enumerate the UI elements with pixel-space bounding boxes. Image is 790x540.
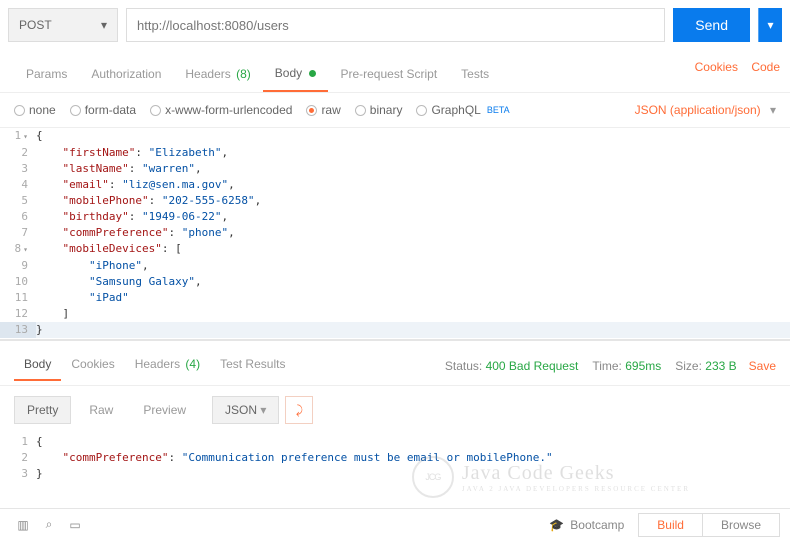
footer-bar: ▥ ⌕ ▭ 🎓 Bootcamp Build Browse xyxy=(0,508,790,540)
body-type-urlencoded[interactable]: x-www-form-urlencoded xyxy=(150,103,292,117)
chevron-down-icon: ▾ xyxy=(260,403,266,417)
content-type-select[interactable]: JSON (application/json) ▾ xyxy=(635,103,776,117)
bootcamp-link[interactable]: 🎓 Bootcamp xyxy=(549,518,624,532)
size-label: Size: 233 B xyxy=(675,359,736,373)
response-body-editor[interactable]: 1{2 "commPreference": "Communication pre… xyxy=(0,434,790,488)
unsaved-dot-icon xyxy=(309,70,316,77)
resp-tab-body[interactable]: Body xyxy=(14,351,61,381)
body-type-row: none form-data x-www-form-urlencoded raw… xyxy=(0,93,790,128)
body-type-none[interactable]: none xyxy=(14,103,56,117)
graduation-cap-icon: 🎓 xyxy=(549,518,564,532)
console-icon[interactable]: ▭ xyxy=(62,512,88,538)
response-format-select[interactable]: JSON ▾ xyxy=(212,396,279,424)
request-body-editor[interactable]: 1▾{2 "firstName": "Elizabeth",3 "lastNam… xyxy=(0,128,790,340)
send-options-button[interactable]: ▾ xyxy=(758,8,782,42)
method-select[interactable]: POST ▾ xyxy=(8,8,118,42)
tab-body[interactable]: Body xyxy=(263,58,329,92)
chevron-down-icon: ▾ xyxy=(101,18,107,32)
body-type-binary[interactable]: binary xyxy=(355,103,403,117)
body-type-raw[interactable]: raw xyxy=(306,103,340,117)
request-top-bar: POST ▾ Send ▾ xyxy=(0,0,790,50)
save-response-link[interactable]: Save xyxy=(749,359,776,373)
code-link[interactable]: Code xyxy=(751,60,780,74)
body-type-graphql[interactable]: GraphQLBETA xyxy=(416,103,509,117)
response-controls: Pretty Raw Preview JSON ▾ ⤸ xyxy=(0,385,790,434)
view-raw-button[interactable]: Raw xyxy=(77,396,125,424)
resp-tab-cookies[interactable]: Cookies xyxy=(61,351,124,381)
wrap-lines-button[interactable]: ⤸ xyxy=(285,396,313,424)
resp-tab-tests[interactable]: Test Results xyxy=(210,351,295,381)
tab-params[interactable]: Params xyxy=(14,59,79,91)
status-label: Status: 400 Bad Request xyxy=(445,359,578,373)
tab-authorization[interactable]: Authorization xyxy=(79,59,173,91)
sidebar-toggle-icon[interactable]: ▥ xyxy=(10,512,36,538)
chevron-down-icon: ▾ xyxy=(770,103,776,117)
view-preview-button[interactable]: Preview xyxy=(131,396,198,424)
request-tabs: Params Authorization Headers (8) Body Pr… xyxy=(0,50,790,93)
response-header: Body Cookies Headers (4) Test Results St… xyxy=(0,340,790,381)
browse-button[interactable]: Browse xyxy=(703,513,780,537)
send-button[interactable]: Send xyxy=(673,8,750,42)
view-pretty-button[interactable]: Pretty xyxy=(14,396,71,424)
right-links: Cookies Code xyxy=(685,60,780,74)
method-label: POST xyxy=(19,18,52,32)
tab-tests[interactable]: Tests xyxy=(449,59,501,91)
build-button[interactable]: Build xyxy=(638,513,703,537)
body-type-form-data[interactable]: form-data xyxy=(70,103,136,117)
resp-tab-headers[interactable]: Headers (4) xyxy=(125,351,210,381)
url-input[interactable] xyxy=(126,8,665,42)
time-label: Time: 695ms xyxy=(592,359,661,373)
tab-prerequest[interactable]: Pre-request Script xyxy=(328,59,449,91)
tab-headers[interactable]: Headers (8) xyxy=(173,59,262,91)
find-icon[interactable]: ⌕ xyxy=(36,512,62,538)
cookies-link[interactable]: Cookies xyxy=(695,60,738,74)
